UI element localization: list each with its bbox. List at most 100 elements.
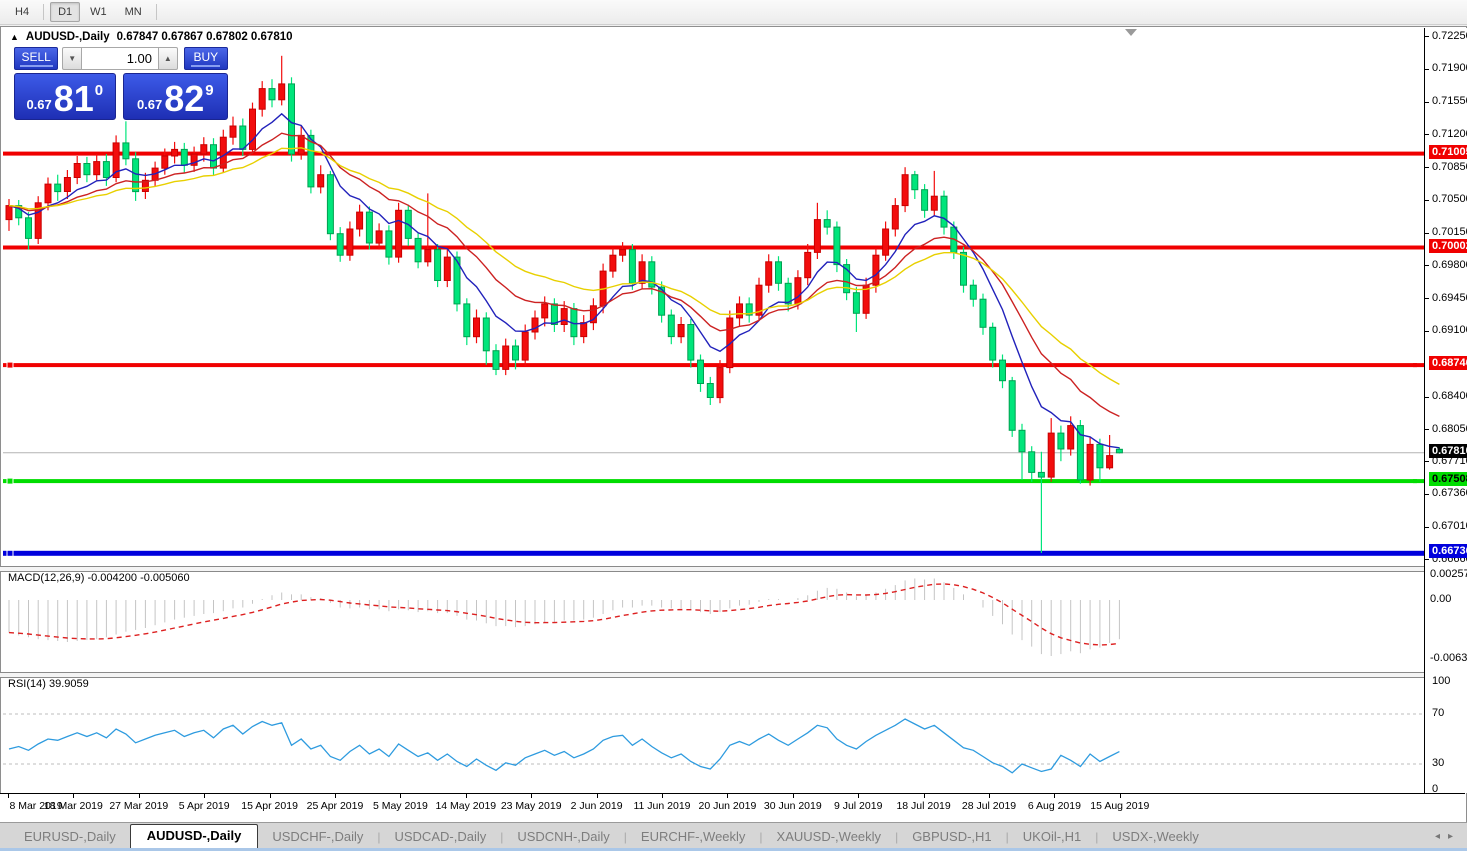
price-tick-label: 0.70500 [1432, 193, 1467, 205]
sell-price-prefix: 0.67 [26, 97, 51, 112]
timeframe-button-d1[interactable]: D1 [50, 2, 80, 22]
price-tick-mark [1425, 331, 1429, 332]
price-tick-mark [1425, 494, 1429, 495]
timeframe-toolbar: H4 D1W1MN [0, 0, 1467, 25]
timeframe-button-h4[interactable]: H4 [7, 2, 37, 22]
rsi-label: RSI(14) 39.9059 [8, 678, 89, 690]
date-tick-label: 23 May 2019 [501, 800, 562, 812]
date-tick-mark [400, 794, 401, 798]
date-tick-label: 28 Jul 2019 [962, 800, 1016, 812]
symbol-tab[interactable]: USDX-,Weekly [1098, 826, 1212, 848]
date-tick-mark [989, 794, 990, 798]
price-tick-mark [1425, 36, 1429, 37]
rsi-axis-label: 30 [1432, 757, 1444, 769]
buy-price-big: 82 [164, 81, 204, 117]
price-tick-label: 0.67010 [1432, 520, 1467, 532]
date-tick-label: 5 May 2019 [373, 800, 428, 812]
rsi-indicator-plot[interactable] [3, 677, 1425, 794]
date-tick-mark [139, 794, 140, 798]
rsi-axis-label: 100 [1432, 675, 1450, 687]
symbol-tab[interactable]: USDCAD-,Daily [380, 826, 500, 848]
symbol-tab[interactable]: EURCHF-,Weekly [627, 826, 760, 848]
price-tick-mark [1425, 397, 1429, 398]
macd-pane-splitter[interactable] [0, 566, 1467, 572]
date-tick-mark [858, 794, 859, 798]
symbol-collapse-icon[interactable]: ▲ [10, 32, 19, 42]
price-tick-label: 0.70850 [1432, 161, 1467, 173]
toolbar-separator [43, 4, 44, 20]
sell-button[interactable]: SELL [14, 47, 58, 70]
timeframe-button-mn[interactable]: MN [117, 2, 150, 22]
date-tick-mark [924, 794, 925, 798]
volume-increase-icon[interactable]: ▲ [158, 47, 178, 70]
chart-symbol-title: AUDUSD-,Daily [26, 31, 110, 43]
price-tick-label: 0.71900 [1432, 62, 1467, 74]
price-level-badge: 0.67508 [1429, 472, 1467, 486]
rsi-axis-label: 70 [1432, 707, 1444, 719]
date-tick-mark [270, 794, 271, 798]
symbol-tab[interactable]: AUDUSD-,Daily [130, 824, 259, 848]
buy-button[interactable]: BUY [184, 47, 228, 70]
date-tick-label: 2 Jun 2019 [571, 800, 623, 812]
symbol-tab[interactable]: EURUSD-,Daily [10, 826, 130, 848]
date-tick-mark [1054, 794, 1055, 798]
date-tick-label: 18 Jul 2019 [896, 800, 950, 812]
price-tick-mark [1425, 461, 1429, 462]
rsi-axis-label: 0 [1432, 783, 1438, 795]
timeframe-button-w1[interactable]: W1 [82, 2, 115, 22]
buy-quote-button[interactable]: 0.67 82 9 [123, 73, 228, 120]
date-axis[interactable]: 8 Mar 201918 Mar 201927 Mar 20195 Apr 20… [0, 793, 1465, 822]
price-level-badge: 0.66736 [1429, 544, 1467, 558]
symbol-tab[interactable]: USDCNH-,Daily [503, 826, 623, 848]
date-tick-label: 15 Aug 2019 [1090, 800, 1149, 812]
chart-shift-marker-icon [1125, 29, 1137, 36]
price-tick-mark [1425, 233, 1429, 234]
date-tick-label: 14 May 2019 [435, 800, 496, 812]
date-tick-label: 9 Jul 2019 [834, 800, 882, 812]
current-price-badge: 0.67810 [1429, 444, 1467, 458]
buy-price-pip: 9 [205, 82, 213, 99]
rsi-pane-splitter[interactable] [0, 672, 1467, 678]
macd-label: MACD(12,26,9) -0.004200 -0.005060 [8, 572, 190, 584]
symbol-tab[interactable]: UKOil-,H1 [1009, 826, 1096, 848]
macd-indicator-plot[interactable] [3, 571, 1425, 673]
symbol-tab[interactable]: GBPUSD-,H1 [898, 826, 1005, 848]
date-tick-mark [73, 794, 74, 798]
volume-decrease-icon[interactable]: ▼ [62, 47, 82, 70]
date-tick-label: 30 Jun 2019 [764, 800, 822, 812]
sell-quote-button[interactable]: 0.67 81 0 [14, 73, 116, 120]
symbol-tab[interactable]: USDCHF-,Daily [258, 826, 377, 848]
price-tick-label: 0.67360 [1432, 487, 1467, 499]
sell-price-pip: 0 [95, 82, 103, 99]
date-tick-mark [204, 794, 205, 798]
tab-scroll-right-icon[interactable]: ▸ [1448, 831, 1461, 842]
volume-input[interactable] [82, 47, 158, 70]
date-tick-label: 15 Apr 2019 [241, 800, 298, 812]
symbol-tab-bar: EURUSD-,DailyAUDUSD-,DailyUSDCHF-,Daily|… [0, 822, 1467, 848]
price-tick-label: 0.70150 [1432, 226, 1467, 238]
price-tick-label: 0.71550 [1432, 95, 1467, 107]
buy-price-prefix: 0.67 [137, 97, 162, 112]
price-tick-mark [1425, 200, 1429, 201]
price-tick-mark [1425, 265, 1429, 266]
symbol-tab[interactable]: XAUUSD-,Weekly [763, 826, 896, 848]
macd-axis-label: 0.00 [1430, 593, 1451, 605]
price-level-badge: 0.71005 [1429, 145, 1467, 159]
price-tick-mark [1425, 102, 1429, 103]
metatrader-window: { "toolbar": {"timeframes": ["H4","D1","… [0, 0, 1467, 851]
price-tick-mark [1425, 559, 1429, 560]
chart-title-row: ▲ AUDUSD-,Daily 0.67847 0.67867 0.67802 … [10, 31, 293, 43]
date-tick-mark [727, 794, 728, 798]
date-tick-label: 20 Jun 2019 [698, 800, 756, 812]
date-tick-mark [335, 794, 336, 798]
chart-ohlc-values: 0.67847 0.67867 0.67802 0.67810 [117, 31, 293, 43]
date-tick-mark [531, 794, 532, 798]
price-tick-mark [1425, 527, 1429, 528]
tab-scroll-left-icon[interactable]: ◂ [1435, 831, 1448, 842]
chart-window [0, 26, 1467, 822]
price-axis[interactable]: 0.722500.719000.715500.712000.708500.705… [1424, 28, 1467, 793]
price-tick-label: 0.68400 [1432, 390, 1467, 402]
tab-scroll-arrows: ◂▸ [1435, 831, 1461, 842]
price-tick-mark [1425, 134, 1429, 135]
date-tick-label: 6 Aug 2019 [1028, 800, 1081, 812]
